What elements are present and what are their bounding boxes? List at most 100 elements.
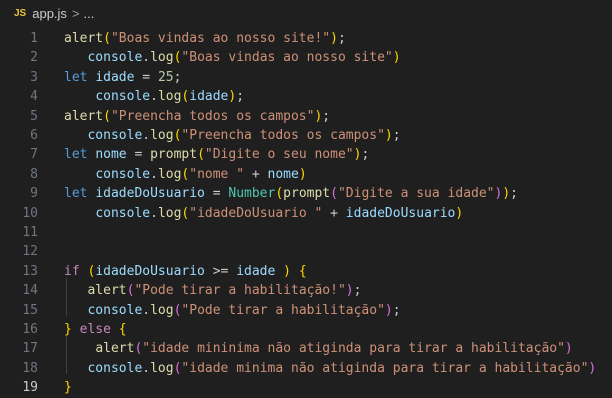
code-token: "Pode tirar a habilitação!" (134, 283, 346, 299)
code-token: ) (392, 50, 401, 66)
code-token: ) (455, 205, 464, 221)
code-line[interactable]: 16} else { (0, 320, 612, 339)
code-text: alert("Boas vindas ao nosso site!"); (64, 29, 346, 48)
code-line[interactable]: 13 if (idadeDoUsuario >= idade ) { (0, 262, 612, 281)
line-number: 4 (30, 89, 38, 105)
line-number: 19 (22, 380, 38, 396)
code-text: let idadeDoUsuario = Number(prompt("Digi… (64, 184, 518, 203)
code-token: nome (95, 147, 127, 163)
line-number: 3 (30, 69, 38, 85)
code-token: { (298, 263, 307, 279)
code-token: idadeDoUsuario (95, 186, 205, 202)
code-token: = (126, 147, 151, 163)
code-text: console.log("nome " + nome) (64, 165, 307, 184)
line-number: 11 (22, 225, 38, 240)
code-token: idadeDoUsuario (95, 263, 205, 279)
code-line[interactable]: 4 console.log(idade); (0, 87, 612, 106)
code-line[interactable]: 10 console.log("idadeDoUsuario " + idade… (0, 204, 612, 223)
code-line[interactable]: 17 alert("idade mininima não atiginda pa… (0, 339, 612, 358)
code-token: alert (95, 341, 135, 357)
line-number: 12 (22, 244, 38, 260)
code-token: ) (298, 166, 307, 182)
code-token: ) (384, 128, 393, 143)
code-token: >= (204, 263, 237, 279)
code-token: ; (236, 89, 245, 105)
code-line[interactable]: 9 let idadeDoUsuario = Number(prompt("Dig… (0, 184, 612, 203)
code-token: ( (197, 147, 205, 163)
line-number: 14 (22, 283, 38, 299)
code-token: ) (330, 31, 338, 46)
code-token: console (95, 89, 151, 105)
line-number: 5 (30, 108, 38, 124)
code-token: if (64, 263, 80, 279)
code-line[interactable]: 19} (0, 378, 612, 397)
code-token: . (142, 50, 151, 66)
code-line[interactable]: 5 alert("Preencha todos os campos"); (0, 107, 612, 126)
code-token: ( (330, 186, 338, 202)
breadcrumb-file-name[interactable]: app.js (32, 6, 67, 21)
code-line[interactable]: 14 alert("Pode tirar a habilitação!"); (0, 281, 612, 300)
code-line[interactable]: 11 (0, 223, 612, 242)
code-token: idadeDoUsuario (345, 205, 456, 221)
code-token: let (64, 147, 88, 163)
code-token: = (134, 69, 158, 85)
code-token: "Boas vindas ao nosso site" (181, 50, 393, 66)
code-token: log (150, 302, 174, 318)
code-token: alert (64, 31, 104, 46)
code-text: console.log("Preencha todos os campos"); (64, 126, 400, 145)
breadcrumb-more[interactable]: ... (84, 6, 95, 21)
code-token: console (87, 128, 143, 143)
code-line[interactable]: 8 console.log("nome " + nome) (0, 165, 612, 184)
chevron-right-icon: > (71, 5, 80, 21)
code-token: . (150, 89, 158, 105)
line-number: 1 (30, 31, 38, 46)
code-line[interactable]: 1 alert("Boas vindas ao nosso site!"); (0, 29, 612, 48)
code-token: "idadeDoUsuario " (189, 205, 323, 221)
code-token: nome (267, 166, 299, 182)
code-line[interactable]: 18 console.log("idade minima não atigind… (0, 359, 612, 378)
code-token: "Pode tirar a habilitação" (181, 302, 385, 318)
code-line[interactable]: 15 console.log("Pode tirar a habilitação… (0, 301, 612, 320)
code-line[interactable]: 6 console.log("Preencha todos os campos"… (0, 126, 612, 145)
code-line[interactable]: 3 let idade = 25; (0, 68, 612, 87)
code-token: ; (337, 31, 346, 46)
code-token: log (157, 205, 182, 221)
code-text: } else { (64, 320, 127, 339)
code-token: . (150, 166, 158, 182)
line-number: 9 (30, 186, 38, 202)
code-token: log (157, 166, 182, 182)
code-token: log (150, 360, 174, 376)
code-token: ; (173, 69, 182, 85)
code-token: + (244, 166, 268, 182)
code-token: 25 (157, 69, 174, 85)
code-token: ) (564, 341, 573, 357)
code-editor[interactable]: 1 alert("Boas vindas ao nosso site!"); 2 c… (0, 26, 612, 395)
code-token: ; (392, 302, 401, 318)
code-text: if (idadeDoUsuario >= idade ) { (64, 262, 307, 281)
code-line[interactable]: 12 (0, 242, 612, 261)
code-token: . (142, 302, 151, 318)
code-text: let idade = 25; (64, 68, 181, 87)
code-token: "idade mininima não atiginda para tirar … (142, 341, 565, 357)
javascript-file-icon: JS (14, 7, 27, 19)
code-token: ; (510, 186, 518, 202)
code-line[interactable]: 2 console.log("Boas vindas ao nosso site… (0, 48, 612, 67)
code-token: idade (236, 263, 276, 279)
code-line[interactable]: 7 let nome = prompt("Digite o seu nome"); (0, 145, 612, 164)
code-text: console.log(idade); (64, 87, 244, 106)
code-text: console.log("idadeDoUsuario " + idadeDoU… (64, 204, 463, 223)
code-token: idade (95, 69, 135, 85)
breadcrumb: JS app.js > ... (0, 0, 612, 26)
code-text: alert("Preencha todos os campos"); (64, 107, 330, 126)
code-token: ) (502, 186, 511, 202)
code-token: console (95, 205, 151, 221)
code-token: alert (64, 108, 104, 124)
line-number: 13 (22, 263, 38, 279)
